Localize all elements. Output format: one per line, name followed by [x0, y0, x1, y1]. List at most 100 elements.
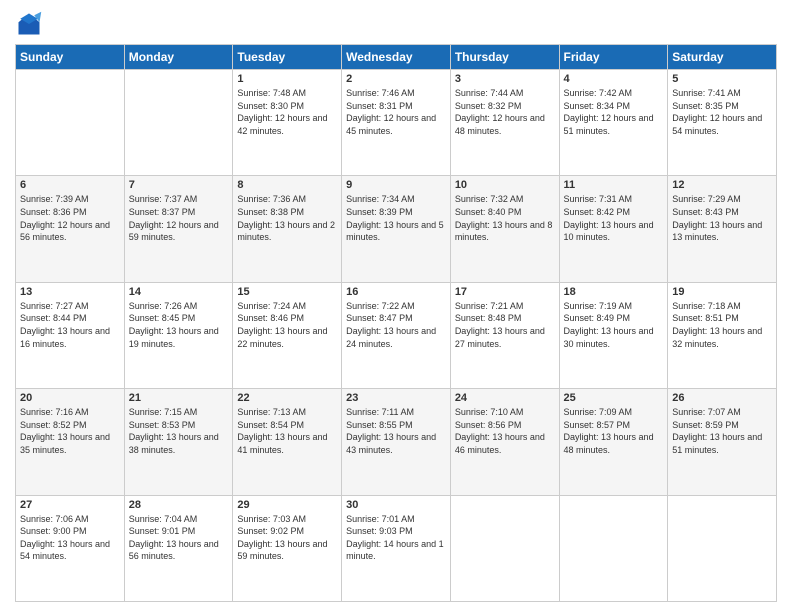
calendar-header-thursday: Thursday — [450, 45, 559, 70]
calendar-cell: 14 Sunrise: 7:26 AM Sunset: 8:45 PM Dayli… — [124, 282, 233, 388]
calendar-cell: 25 Sunrise: 7:09 AM Sunset: 8:57 PM Dayli… — [559, 389, 668, 495]
calendar-cell: 10 Sunrise: 7:32 AM Sunset: 8:40 PM Dayli… — [450, 176, 559, 282]
day-info: Sunrise: 7:24 AM Sunset: 8:46 PM Dayligh… — [237, 300, 337, 350]
calendar-table: SundayMondayTuesdayWednesdayThursdayFrid… — [15, 44, 777, 602]
calendar-week-5: 27 Sunrise: 7:06 AM Sunset: 9:00 PM Dayli… — [16, 495, 777, 601]
calendar-cell: 16 Sunrise: 7:22 AM Sunset: 8:47 PM Dayli… — [342, 282, 451, 388]
day-number: 9 — [346, 179, 446, 191]
day-info: Sunrise: 7:03 AM Sunset: 9:02 PM Dayligh… — [237, 513, 337, 563]
day-info: Sunrise: 7:36 AM Sunset: 8:38 PM Dayligh… — [237, 193, 337, 243]
calendar-cell: 23 Sunrise: 7:11 AM Sunset: 8:55 PM Dayli… — [342, 389, 451, 495]
calendar-cell: 15 Sunrise: 7:24 AM Sunset: 8:46 PM Dayli… — [233, 282, 342, 388]
day-info: Sunrise: 7:27 AM Sunset: 8:44 PM Dayligh… — [20, 300, 120, 350]
calendar-cell: 13Sunrise: 7:27 AM Sunset: 8:44 PM Dayli… — [16, 282, 125, 388]
calendar-header-tuesday: Tuesday — [233, 45, 342, 70]
calendar-cell: 21Sunrise: 7:15 AM Sunset: 8:53 PM Dayli… — [124, 389, 233, 495]
day-number: 12 — [672, 179, 772, 191]
day-number: 25 — [564, 392, 664, 404]
day-number: 30 — [346, 499, 446, 511]
calendar-cell: 29 Sunrise: 7:03 AM Sunset: 9:02 PM Dayli… — [233, 495, 342, 601]
day-info: Sunrise: 7:19 AM Sunset: 8:49 PM Dayligh… — [564, 300, 664, 350]
day-info: Sunrise: 7:42 AM Sunset: 8:34 PM Dayligh… — [564, 87, 664, 137]
calendar-cell — [668, 495, 777, 601]
calendar-cell — [450, 495, 559, 601]
day-info: Sunrise: 7:06 AM Sunset: 9:00 PM Dayligh… — [20, 513, 120, 563]
day-number: 11 — [564, 179, 664, 191]
calendar-cell: 12 Sunrise: 7:29 AM Sunset: 8:43 PM Dayli… — [668, 176, 777, 282]
day-info: Sunrise: 7:09 AM Sunset: 8:57 PM Dayligh… — [564, 406, 664, 456]
day-number: 1 — [237, 73, 337, 85]
calendar-week-4: 20 Sunrise: 7:16 AM Sunset: 8:52 PM Dayli… — [16, 389, 777, 495]
calendar-cell: 3 Sunrise: 7:44 AM Sunset: 8:32 PM Daylig… — [450, 70, 559, 176]
day-number: 19 — [672, 286, 772, 298]
day-number: 16 — [346, 286, 446, 298]
day-info: Sunrise: 7:18 AM Sunset: 8:51 PM Dayligh… — [672, 300, 772, 350]
day-info: Sunrise: 7:22 AM Sunset: 8:47 PM Dayligh… — [346, 300, 446, 350]
calendar-cell: 11Sunrise: 7:31 AM Sunset: 8:42 PM Dayli… — [559, 176, 668, 282]
calendar-cell: 7 Sunrise: 7:37 AM Sunset: 8:37 PM Daylig… — [124, 176, 233, 282]
day-number: 14 — [129, 286, 229, 298]
calendar-header-friday: Friday — [559, 45, 668, 70]
day-number: 29 — [237, 499, 337, 511]
calendar-cell — [124, 70, 233, 176]
calendar-cell: 19 Sunrise: 7:18 AM Sunset: 8:51 PM Dayli… — [668, 282, 777, 388]
calendar-cell — [559, 495, 668, 601]
day-info: Sunrise: 7:39 AM Sunset: 8:36 PM Dayligh… — [20, 193, 120, 243]
day-number: 20 — [20, 392, 120, 404]
day-number: 6 — [20, 179, 120, 191]
calendar-header-saturday: Saturday — [668, 45, 777, 70]
day-info: Sunrise: 7:44 AM Sunset: 8:32 PM Dayligh… — [455, 87, 555, 137]
day-number: 23 — [346, 392, 446, 404]
page: SundayMondayTuesdayWednesdayThursdayFrid… — [0, 0, 792, 612]
calendar-cell: 8 Sunrise: 7:36 AM Sunset: 8:38 PM Daylig… — [233, 176, 342, 282]
calendar-cell: 17 Sunrise: 7:21 AM Sunset: 8:48 PM Dayli… — [450, 282, 559, 388]
day-info: Sunrise: 7:07 AM Sunset: 8:59 PM Dayligh… — [672, 406, 772, 456]
calendar-header-row: SundayMondayTuesdayWednesdayThursdayFrid… — [16, 45, 777, 70]
calendar-week-3: 13Sunrise: 7:27 AM Sunset: 8:44 PM Dayli… — [16, 282, 777, 388]
day-info: Sunrise: 7:34 AM Sunset: 8:39 PM Dayligh… — [346, 193, 446, 243]
logo-icon — [15, 10, 43, 38]
calendar-cell: 6 Sunrise: 7:39 AM Sunset: 8:36 PM Daylig… — [16, 176, 125, 282]
day-number: 27 — [20, 499, 120, 511]
calendar-cell: 22 Sunrise: 7:13 AM Sunset: 8:54 PM Dayli… — [233, 389, 342, 495]
calendar-cell: 26 Sunrise: 7:07 AM Sunset: 8:59 PM Dayli… — [668, 389, 777, 495]
calendar-week-1: 1 Sunrise: 7:48 AM Sunset: 8:30 PM Daylig… — [16, 70, 777, 176]
calendar-cell: 30Sunrise: 7:01 AM Sunset: 9:03 PM Dayli… — [342, 495, 451, 601]
day-info: Sunrise: 7:16 AM Sunset: 8:52 PM Dayligh… — [20, 406, 120, 456]
day-number: 26 — [672, 392, 772, 404]
day-number: 8 — [237, 179, 337, 191]
day-info: Sunrise: 7:04 AM Sunset: 9:01 PM Dayligh… — [129, 513, 229, 563]
day-info: Sunrise: 7:29 AM Sunset: 8:43 PM Dayligh… — [672, 193, 772, 243]
day-info: Sunrise: 7:41 AM Sunset: 8:35 PM Dayligh… — [672, 87, 772, 137]
day-info: Sunrise: 7:32 AM Sunset: 8:40 PM Dayligh… — [455, 193, 555, 243]
header — [15, 10, 777, 38]
calendar-cell: 18Sunrise: 7:19 AM Sunset: 8:49 PM Dayli… — [559, 282, 668, 388]
day-info: Sunrise: 7:48 AM Sunset: 8:30 PM Dayligh… — [237, 87, 337, 137]
calendar-cell: 9 Sunrise: 7:34 AM Sunset: 8:39 PM Daylig… — [342, 176, 451, 282]
calendar-cell: 20 Sunrise: 7:16 AM Sunset: 8:52 PM Dayli… — [16, 389, 125, 495]
calendar-header-wednesday: Wednesday — [342, 45, 451, 70]
day-number: 15 — [237, 286, 337, 298]
day-number: 4 — [564, 73, 664, 85]
day-number: 2 — [346, 73, 446, 85]
day-number: 24 — [455, 392, 555, 404]
day-info: Sunrise: 7:46 AM Sunset: 8:31 PM Dayligh… — [346, 87, 446, 137]
calendar-cell — [16, 70, 125, 176]
calendar-cell: 2 Sunrise: 7:46 AM Sunset: 8:31 PM Daylig… — [342, 70, 451, 176]
calendar-header-monday: Monday — [124, 45, 233, 70]
day-info: Sunrise: 7:37 AM Sunset: 8:37 PM Dayligh… — [129, 193, 229, 243]
day-info: Sunrise: 7:13 AM Sunset: 8:54 PM Dayligh… — [237, 406, 337, 456]
day-number: 22 — [237, 392, 337, 404]
day-number: 28 — [129, 499, 229, 511]
day-number: 10 — [455, 179, 555, 191]
day-info: Sunrise: 7:10 AM Sunset: 8:56 PM Dayligh… — [455, 406, 555, 456]
day-number: 17 — [455, 286, 555, 298]
calendar-week-2: 6 Sunrise: 7:39 AM Sunset: 8:36 PM Daylig… — [16, 176, 777, 282]
day-info: Sunrise: 7:11 AM Sunset: 8:55 PM Dayligh… — [346, 406, 446, 456]
day-number: 7 — [129, 179, 229, 191]
day-info: Sunrise: 7:26 AM Sunset: 8:45 PM Dayligh… — [129, 300, 229, 350]
day-info: Sunrise: 7:21 AM Sunset: 8:48 PM Dayligh… — [455, 300, 555, 350]
calendar-cell: 27 Sunrise: 7:06 AM Sunset: 9:00 PM Dayli… — [16, 495, 125, 601]
day-number: 3 — [455, 73, 555, 85]
calendar-cell: 4 Sunrise: 7:42 AM Sunset: 8:34 PM Daylig… — [559, 70, 668, 176]
